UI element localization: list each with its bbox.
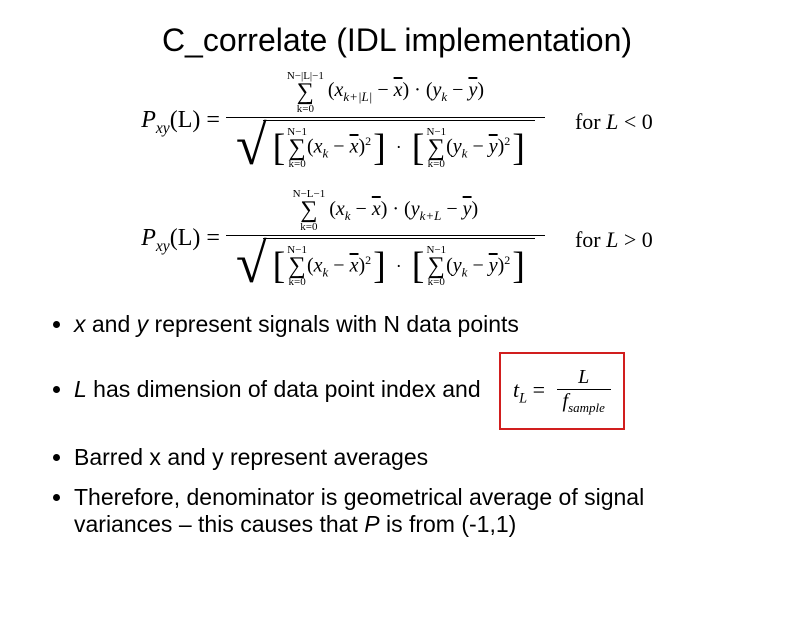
sum-icon: N−|L|−1 ∑ k=0 bbox=[287, 71, 324, 115]
page-title: C_correlate (IDL implementation) bbox=[0, 22, 794, 59]
tl-formula-box: tL = L fsample bbox=[499, 352, 625, 430]
sum-icon: N−1∑k=0 bbox=[287, 127, 307, 171]
sum-icon: N−L−1 ∑ k=0 bbox=[293, 189, 326, 233]
sum-icon: N−1∑k=0 bbox=[426, 245, 446, 289]
sum-icon: N−1∑k=0 bbox=[287, 245, 307, 289]
list-item: Barred x and y represent averages bbox=[74, 444, 744, 470]
formula-lhs: Pxy(L) = bbox=[141, 225, 220, 256]
formula-fraction-pos: N−L−1 ∑ k=0 (xk − x) · (yk+L − y) √ [ N−… bbox=[226, 187, 545, 293]
formula-row-neg: Pxy(L) = N−|L|−1 ∑ k=0 (xk+|L| − x) · (y… bbox=[17, 69, 777, 175]
formula-row-pos: Pxy(L) = N−L−1 ∑ k=0 (xk − x) · (yk+L − … bbox=[17, 187, 777, 293]
bullet-list: x and y represent signals with N data po… bbox=[74, 311, 744, 537]
formula-condition-pos: for L > 0 bbox=[575, 227, 653, 253]
formula-fraction-neg: N−|L|−1 ∑ k=0 (xk+|L| − x) · (yk − y) √ … bbox=[226, 69, 545, 175]
sum-icon: N−1∑k=0 bbox=[426, 127, 446, 171]
list-item: Therefore, denominator is geometrical av… bbox=[74, 484, 744, 537]
formula-lhs: Pxy(L) = bbox=[141, 107, 220, 138]
list-item: L has dimension of data point index and … bbox=[74, 352, 744, 430]
formula-condition-neg: for L < 0 bbox=[575, 109, 653, 135]
list-item: x and y represent signals with N data po… bbox=[74, 311, 744, 337]
formula-block: Pxy(L) = N−|L|−1 ∑ k=0 (xk+|L| − x) · (y… bbox=[17, 69, 777, 293]
